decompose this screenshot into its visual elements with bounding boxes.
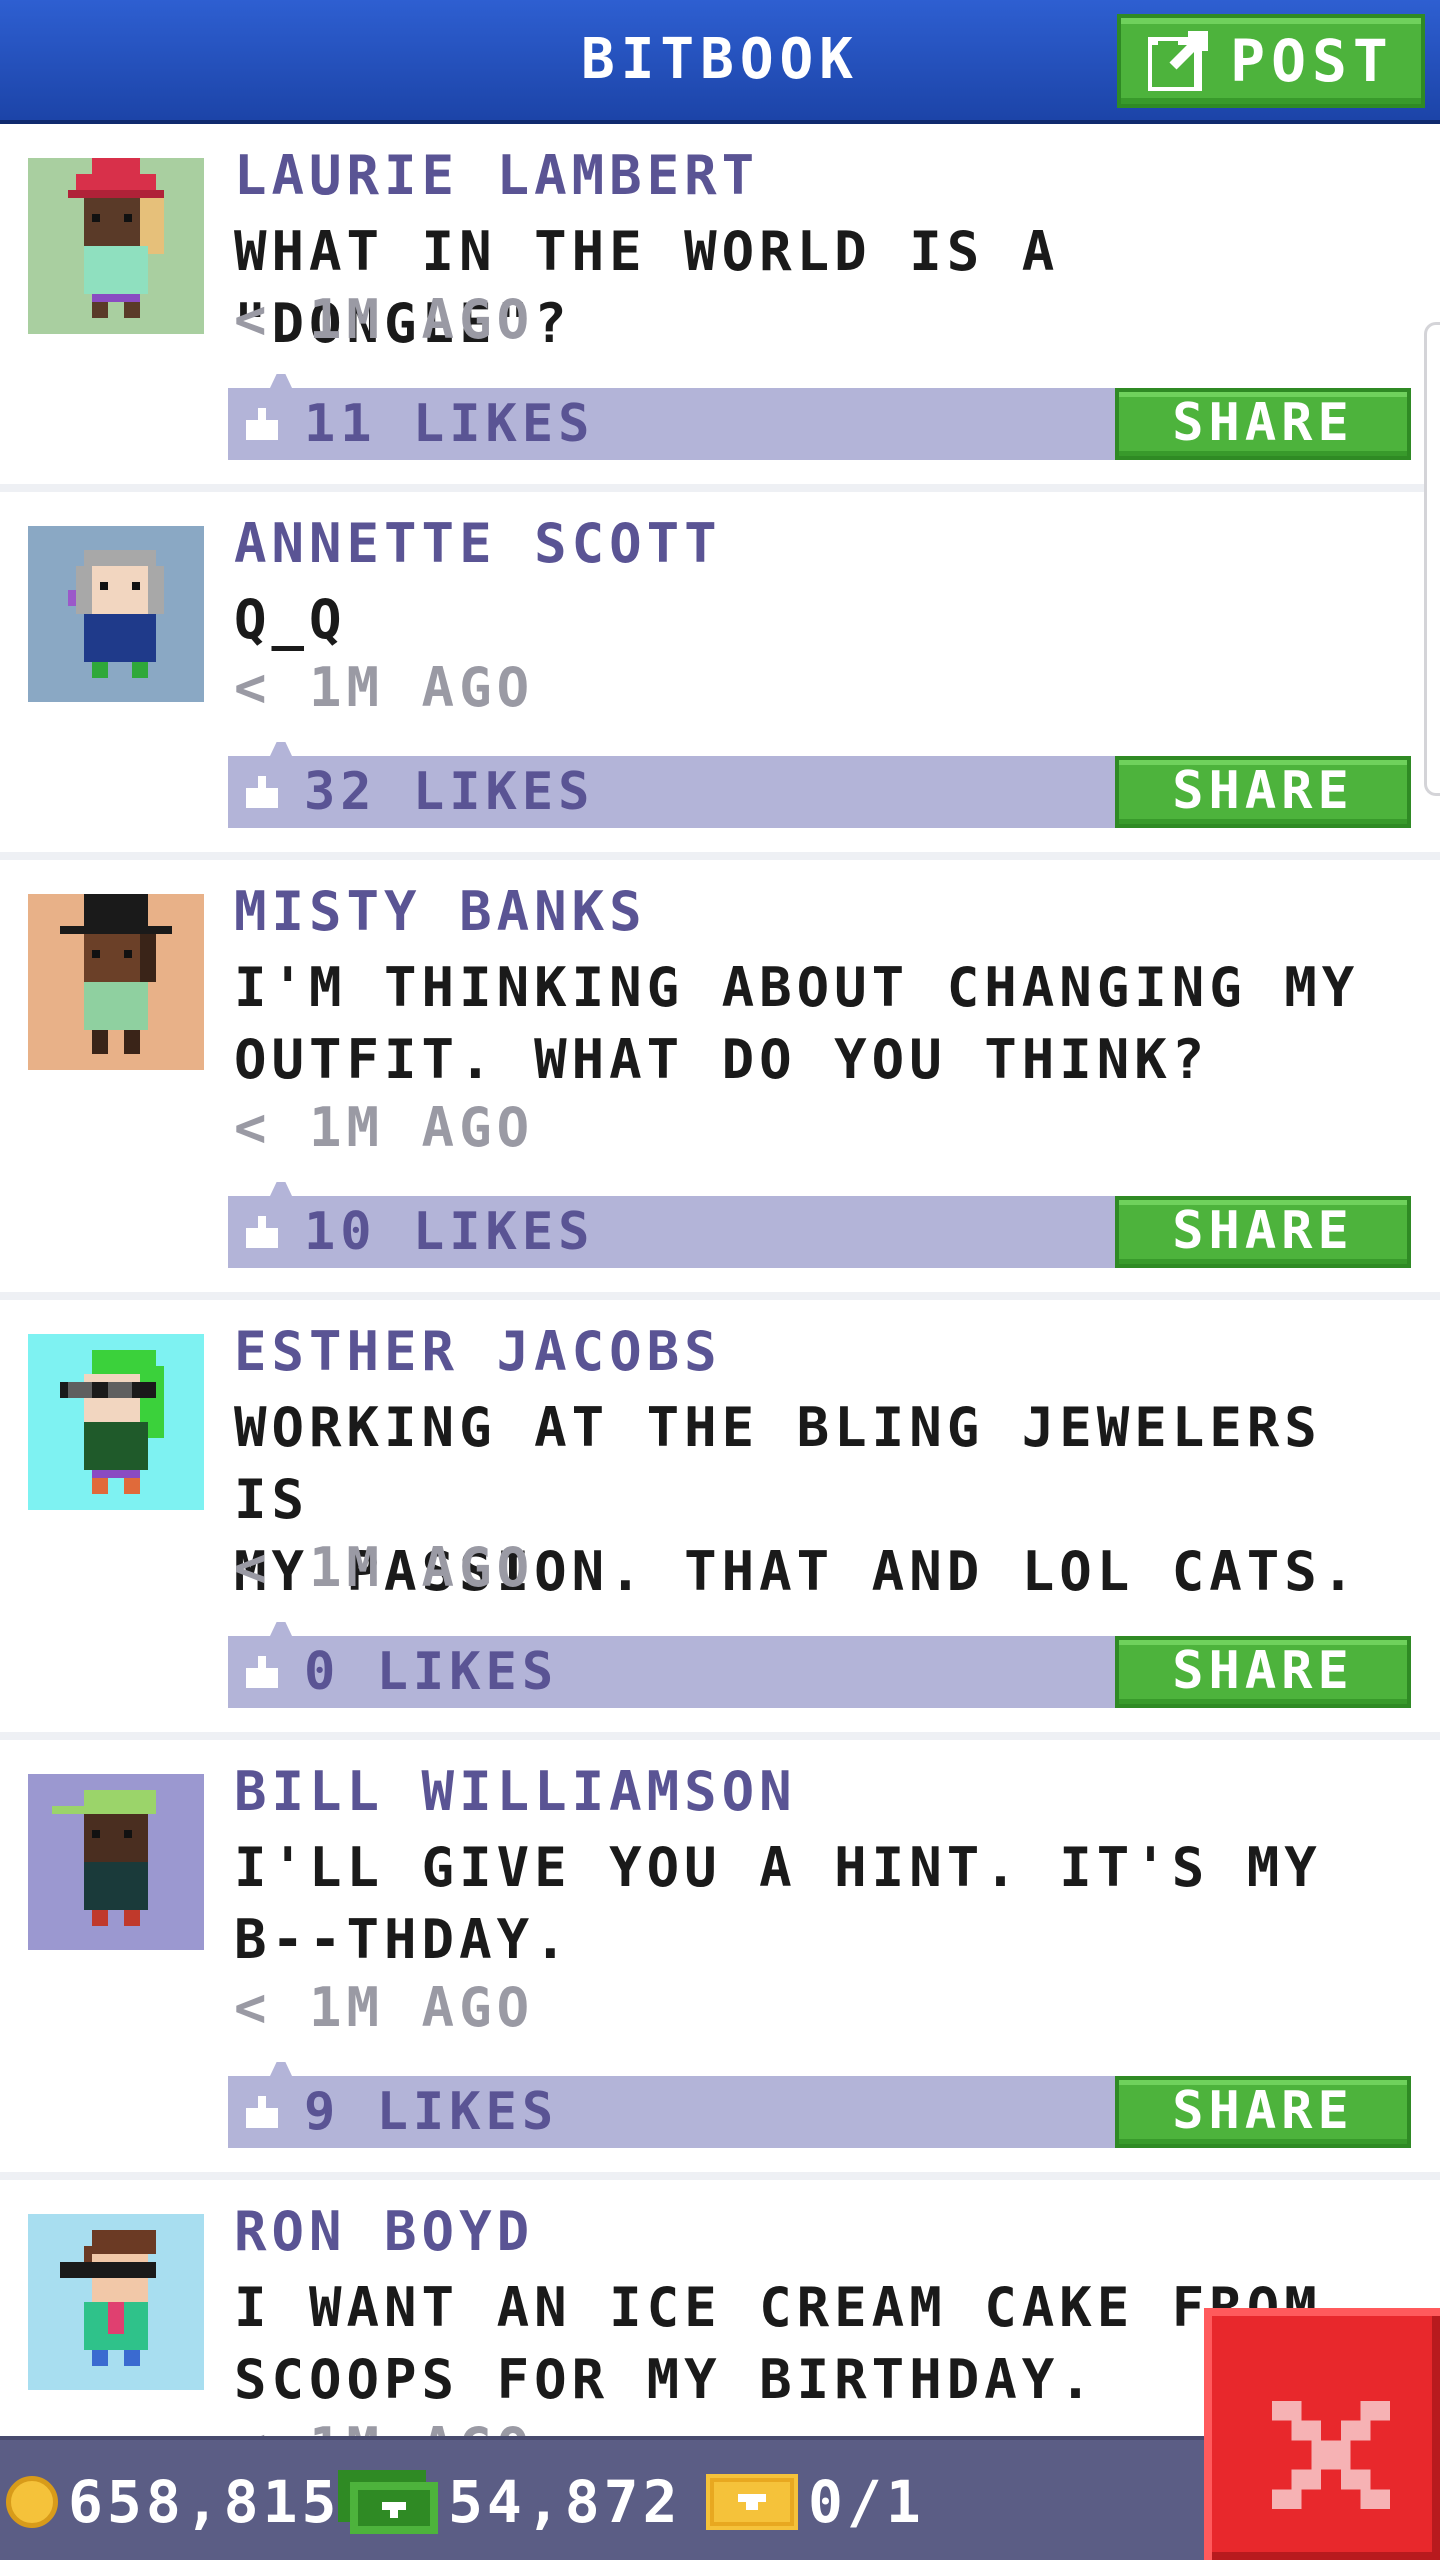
thumbs-up-icon: [246, 776, 278, 808]
like-count: 11 LIKES: [304, 394, 595, 454]
bux-value: 54,872: [448, 2468, 682, 2536]
like-count: 10 LIKES: [304, 1202, 595, 1262]
post-item: ANNETTE SCOTT Q_Q < 1M AGO 32 LIKES SHAR…: [0, 492, 1440, 860]
post-timestamp: < 1M AGO: [234, 288, 535, 351]
share-button[interactable]: SHARE: [1115, 388, 1411, 460]
post-feed[interactable]: LAURIE LAMBERT WHAT IN THE WORLD IS A "D…: [0, 124, 1440, 2436]
post-author-name[interactable]: LAURIE LAMBERT: [234, 144, 759, 207]
avatar-top-hat-woman-icon[interactable]: [28, 894, 204, 1070]
like-count: 9 LIKES: [304, 2082, 559, 2142]
share-button[interactable]: SHARE: [1115, 1196, 1411, 1268]
post-author-name[interactable]: BILL WILLIAMSON: [234, 1760, 797, 1823]
avatar-grey-hair-woman-icon[interactable]: [28, 526, 204, 702]
post-item: ESTHER JACOBS WORKING AT THE BLING JEWEL…: [0, 1300, 1440, 1740]
post-timestamp: < 1M AGO: [234, 2416, 534, 2436]
close-icon: [1272, 2400, 1390, 2510]
post-timestamp: < 1M AGO: [234, 1096, 535, 1159]
tickets-value: 0/1: [808, 2468, 925, 2536]
post-author-name[interactable]: RON BOYD: [234, 2200, 534, 2263]
post-text: Q_Q: [234, 588, 347, 651]
like-bar[interactable]: 32 LIKES SHARE: [228, 756, 1411, 828]
post-item: LAURIE LAMBERT WHAT IN THE WORLD IS A "D…: [0, 124, 1440, 492]
post-author-name[interactable]: ESTHER JACOBS: [234, 1320, 722, 1383]
scroll-handle[interactable]: [1424, 322, 1440, 796]
avatar-green-hair-glasses-icon[interactable]: [28, 1334, 204, 1510]
avatar-woman-red-hat-icon[interactable]: [28, 158, 204, 334]
post-button-label: POST: [1230, 27, 1394, 95]
post-text: I'LL GIVE YOU A HINT. IT'S MY B--THDAY.: [234, 1836, 1322, 1971]
thumbs-up-icon: [246, 408, 278, 440]
share-button[interactable]: SHARE: [1115, 756, 1411, 828]
avatar-green-cap-man-icon[interactable]: [28, 1774, 204, 1950]
avatar-sunglasses-man-icon[interactable]: [28, 2214, 204, 2390]
post-timestamp: < 1M AGO: [234, 1976, 535, 2039]
close-button[interactable]: [1204, 2308, 1440, 2560]
like-bar[interactable]: 10 LIKES SHARE: [228, 1196, 1411, 1268]
post-item: BILL WILLIAMSON I'LL GIVE YOU A HINT. IT…: [0, 1740, 1440, 2180]
like-bar[interactable]: 0 LIKES SHARE: [228, 1636, 1411, 1708]
share-button[interactable]: SHARE: [1115, 2076, 1411, 2148]
ticket-icon: [706, 2474, 798, 2530]
post-item: MISTY BANKS I'M THINKING ABOUT CHANGING …: [0, 860, 1440, 1300]
compose-icon: [1148, 31, 1209, 91]
post-timestamp: < 1M AGO: [234, 656, 535, 719]
thumbs-up-icon: [246, 1216, 278, 1248]
cash-icon: [338, 2470, 438, 2534]
post-author-name[interactable]: ANNETTE SCOTT: [234, 512, 722, 575]
coins-stat: 658,815: [6, 2440, 340, 2560]
like-count: 0 LIKES: [304, 1642, 559, 1702]
like-count: 32 LIKES: [304, 762, 595, 822]
bux-stat: 54,872: [338, 2440, 682, 2560]
like-bar[interactable]: 11 LIKES SHARE: [228, 388, 1411, 460]
coin-icon: [6, 2476, 58, 2528]
thumbs-up-icon: [246, 2096, 278, 2128]
app-header: BITBOOK POST: [0, 0, 1440, 124]
post-button[interactable]: POST: [1117, 14, 1425, 108]
post-timestamp: < 1M AGO: [234, 1536, 535, 1599]
like-bar[interactable]: 9 LIKES SHARE: [228, 2076, 1411, 2148]
coins-value: 658,815: [68, 2468, 341, 2536]
post-text: I'M THINKING ABOUT CHANGING MY OUTFIT. W…: [234, 956, 1360, 1091]
share-button[interactable]: SHARE: [1115, 1636, 1411, 1708]
post-author-name[interactable]: MISTY BANKS: [234, 880, 647, 943]
tickets-stat: 0/1: [706, 2440, 925, 2560]
thumbs-up-icon: [246, 1656, 278, 1688]
